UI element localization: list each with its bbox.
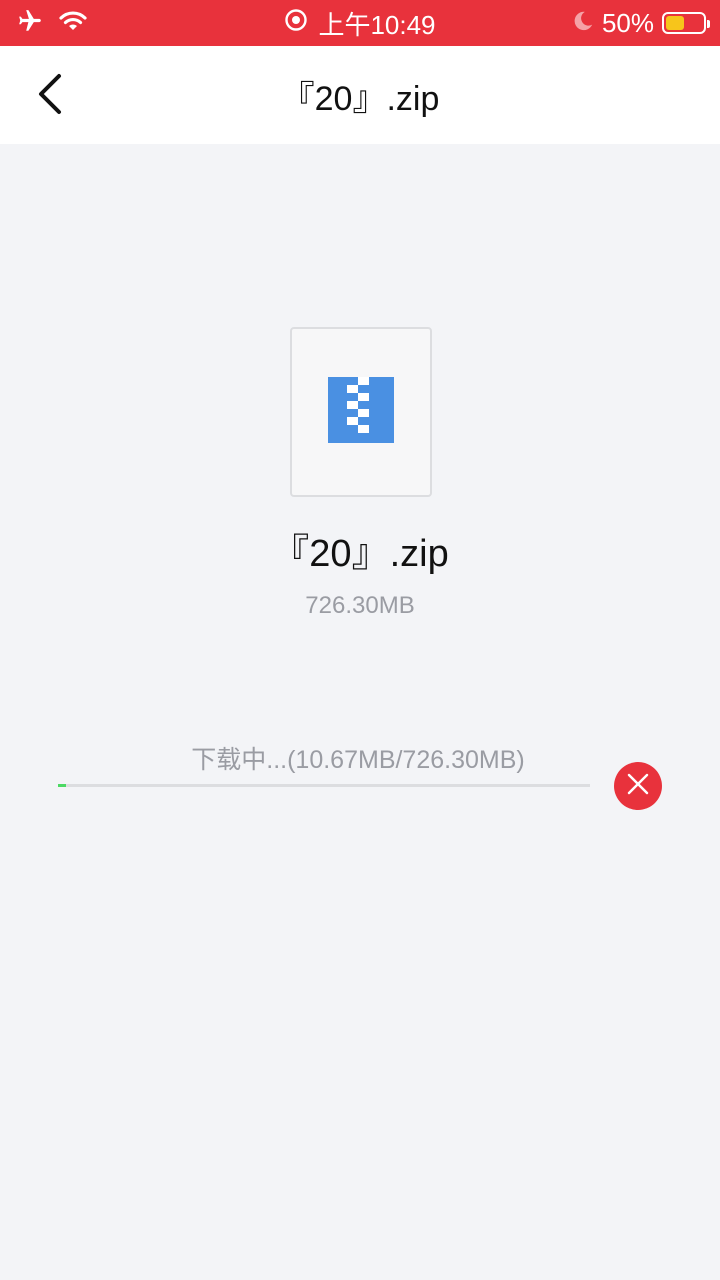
page-title: 『20』.zip <box>280 79 440 118</box>
status-time: 上午10:49 <box>318 9 436 40</box>
cancel-download-button[interactable] <box>614 762 662 810</box>
battery-percent: 50% <box>601 7 654 38</box>
status-bar: 上午10:49 50% <box>0 0 720 46</box>
file-size: 726.30MB <box>305 592 415 619</box>
moon-icon <box>572 8 594 39</box>
chevron-left-icon <box>35 72 65 121</box>
battery-level <box>666 16 684 30</box>
back-button[interactable] <box>22 68 78 124</box>
download-progress-bar <box>58 784 590 787</box>
download-status: 下载中...(10.67MB/726.30MB) <box>191 746 525 774</box>
orientation-lock-icon <box>284 8 308 39</box>
navigation-bar: 『20』.zip <box>0 46 720 144</box>
file-preview <box>290 327 432 497</box>
zip-file-icon <box>328 376 394 448</box>
battery-icon <box>662 12 710 34</box>
file-name: 『20』.zip <box>271 533 449 575</box>
download-progress-fill <box>58 784 66 787</box>
close-icon <box>626 772 650 801</box>
